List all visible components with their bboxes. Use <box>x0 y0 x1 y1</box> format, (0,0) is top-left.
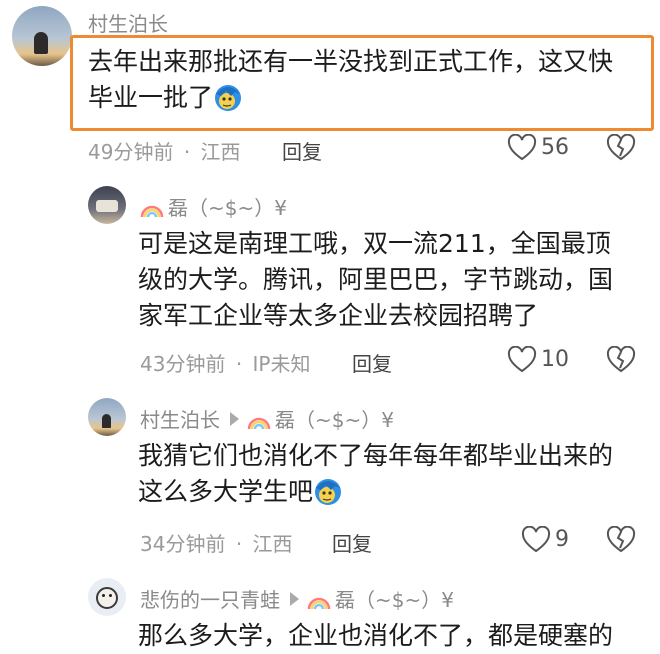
author-name[interactable]: 悲伤的一只青蛙 <box>140 588 280 612</box>
meta-separator: · <box>235 352 243 376</box>
comment-text-line: 家军工企业等太多企业去校园招聘了 <box>138 301 539 330</box>
author-name[interactable]: 磊（~$~）¥ <box>168 196 287 220</box>
comment-time: 34分钟前 <box>140 532 226 556</box>
triangle-right-icon <box>290 592 299 606</box>
comment-text-line: 去年出来那批还有一半没找到正式工作，这又快 <box>88 47 614 76</box>
avatar[interactable] <box>88 398 126 436</box>
comment-text-line: 级的大学。腾讯，阿里巴巴，字节跳动，国 <box>138 265 614 294</box>
like-count: 10 <box>541 347 569 372</box>
reply-button[interactable]: 回复 <box>352 348 392 377</box>
author-name[interactable]: 村生泊长 <box>140 408 220 432</box>
comment-text-line: 我猜它们也消化不了每年每年都毕业出来的 <box>138 441 614 470</box>
comment-author[interactable]: 悲伤的一只青蛙 磊（~$~）¥ <box>140 584 454 615</box>
comment-meta: 34分钟前 · 江西 <box>140 528 293 557</box>
comment-meta: 49分钟前 · 江西 <box>88 136 241 165</box>
reply-to-name[interactable]: 磊（~$~）¥ <box>275 408 394 432</box>
comment-author[interactable]: 磊（~$~）¥ <box>140 192 287 223</box>
meta-separator: · <box>235 532 243 556</box>
broken-heart-icon[interactable] <box>606 346 636 374</box>
rainbow-icon <box>247 411 271 435</box>
comment-meta: 43分钟前 · IP未知 <box>140 348 311 377</box>
comment-text-line: 可是这是南理工哦，双一流211，全国最顶 <box>138 229 611 258</box>
reply-button[interactable]: 回复 <box>282 136 322 165</box>
comment-text: 那么多大学，企业也消化不了，都是硬塞的 <box>138 618 658 654</box>
heart-outline-icon[interactable] <box>507 134 537 162</box>
comment-location: 江西 <box>200 140 241 164</box>
comment-author[interactable]: 村生泊长 磊（~$~）¥ <box>140 404 394 435</box>
reply-button[interactable]: 回复 <box>332 528 372 557</box>
triangle-right-icon <box>230 412 239 426</box>
comment-text-line: 那么多大学，企业也消化不了，都是硬塞的 <box>138 621 614 650</box>
broken-heart-icon[interactable] <box>606 526 636 554</box>
comment-author[interactable]: 村生泊长 <box>88 8 168 37</box>
like-count: 9 <box>555 527 569 552</box>
heart-outline-icon[interactable] <box>521 526 551 554</box>
rainbow-icon <box>307 591 331 615</box>
comment-location: 江西 <box>252 532 293 556</box>
comment-text-line: 这么多大学生吧 <box>138 474 658 516</box>
comment-time: 49分钟前 <box>88 140 174 164</box>
avatar[interactable] <box>88 186 126 224</box>
comment-text-line: 毕业一批了 <box>88 80 648 122</box>
comment-text: 可是这是南理工哦，双一流211，全国最顶 级的大学。腾讯，阿里巴巴，字节跳动，国… <box>138 226 658 334</box>
comment-text: 去年出来那批还有一半没找到正式工作，这又快 毕业一批了 <box>88 44 648 122</box>
comment-location: IP未知 <box>252 352 311 376</box>
avatar[interactable] <box>12 6 72 66</box>
reply-to-name[interactable]: 磊（~$~）¥ <box>335 588 454 612</box>
meta-separator: · <box>183 140 191 164</box>
heart-outline-icon[interactable] <box>507 346 537 374</box>
like-count: 56 <box>541 135 569 160</box>
comment-time: 43分钟前 <box>140 352 226 376</box>
comment-text: 我猜它们也消化不了每年每年都毕业出来的 这么多大学生吧 <box>138 438 658 516</box>
broken-heart-icon[interactable] <box>606 134 636 162</box>
blue-hair-emoji-icon <box>313 476 343 516</box>
rainbow-icon <box>140 199 164 223</box>
avatar[interactable] <box>88 578 126 616</box>
blue-hair-emoji-icon <box>213 82 243 122</box>
